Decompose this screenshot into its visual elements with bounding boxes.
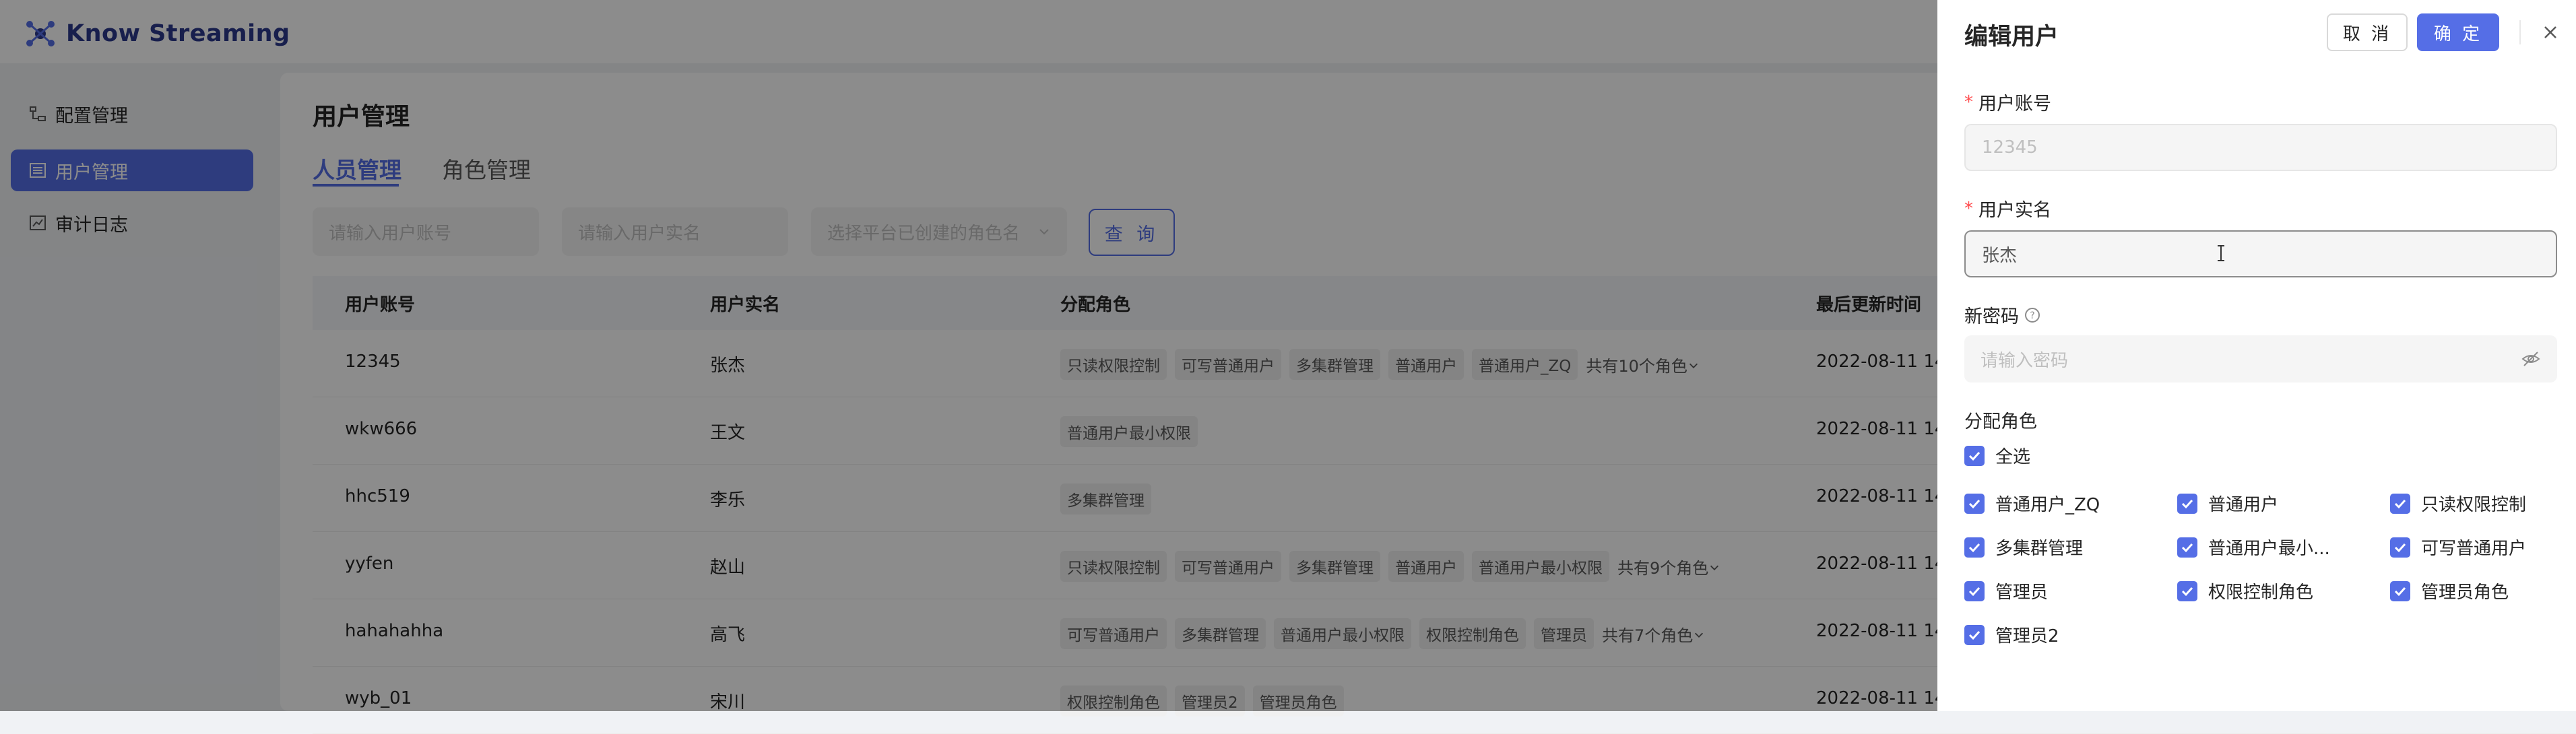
account-label-text: 用户账号 — [1978, 94, 2051, 114]
edit-user-drawer: 编辑用户 取 消 确 定 * 用户账号 12345 * 用户实名 张杰 新密码 … — [1937, 0, 2576, 711]
drawer-title: 编辑用户 — [1964, 24, 2059, 51]
checkbox-checked-icon — [1964, 624, 1985, 645]
password-placeholder: 请输入密码 — [1981, 350, 2069, 371]
checkbox-checked-icon — [2177, 493, 2197, 514]
account-field[interactable]: 12345 — [1964, 124, 2557, 171]
realname-value: 张杰 — [1982, 245, 2018, 266]
role-checkbox-label: 可写普通用户 — [2421, 539, 2527, 559]
role-checkbox-label: 权限控制角色 — [2208, 582, 2314, 603]
header-divider — [2519, 20, 2521, 44]
checkbox-checked-icon — [1964, 445, 1985, 466]
help-icon[interactable]: ? — [2024, 307, 2040, 323]
role-checkbox[interactable]: 管理员2 — [1964, 622, 2059, 647]
realname-label: * 用户实名 — [1964, 195, 2051, 222]
role-checkbox-label: 管理员角色 — [2421, 582, 2509, 603]
role-checkbox[interactable]: 多集群管理 — [1964, 535, 2083, 560]
select-all-label: 全选 — [1995, 447, 2031, 467]
role-checkbox[interactable]: 普通用户最小... — [2177, 535, 2330, 560]
eye-invisible-icon[interactable] — [2521, 349, 2541, 369]
role-checkbox-label: 只读权限控制 — [2421, 495, 2527, 515]
checkbox-checked-icon — [2390, 580, 2410, 601]
svg-text:?: ? — [2030, 310, 2034, 321]
cancel-button[interactable]: 取 消 — [2327, 13, 2408, 51]
password-field[interactable]: 请输入密码 — [1964, 335, 2557, 382]
checkbox-checked-icon — [2390, 493, 2410, 514]
role-checkbox[interactable]: 普通用户 — [2177, 491, 2278, 516]
role-checkbox-label: 普通用户最小... — [2208, 539, 2330, 559]
checkbox-checked-icon — [2177, 580, 2197, 601]
required-mark: * — [1964, 92, 1973, 112]
role-checkbox[interactable]: 可写普通用户 — [2390, 535, 2526, 560]
close-icon[interactable] — [2537, 19, 2564, 46]
roles-label: 分配角色 — [1964, 411, 2037, 432]
role-checkbox-label: 普通用户_ZQ — [1995, 495, 2100, 515]
role-checkbox-label: 普通用户 — [2208, 495, 2279, 515]
role-checkbox[interactable]: 管理员角色 — [2390, 578, 2509, 603]
select-all-checkbox[interactable]: 全选 — [1964, 443, 2030, 468]
role-checkbox-label: 多集群管理 — [1995, 539, 2084, 559]
checkbox-checked-icon — [1964, 580, 1985, 601]
confirm-button[interactable]: 确 定 — [2417, 13, 2499, 51]
account-label: * 用户账号 — [1964, 89, 2051, 115]
realname-label-text: 用户实名 — [1978, 200, 2051, 221]
role-checkbox-label: 管理员 — [1995, 582, 2049, 603]
password-label: 新密码 ? — [1964, 302, 2040, 328]
checkbox-checked-icon — [2177, 537, 2197, 558]
role-checkbox[interactable]: 权限控制角色 — [2177, 578, 2313, 603]
required-mark: * — [1964, 198, 1973, 219]
role-checkbox[interactable]: 管理员 — [1964, 578, 2048, 603]
checkbox-checked-icon — [1964, 493, 1985, 514]
password-label-text: 新密码 — [1964, 306, 2019, 327]
modal-overlay[interactable] — [0, 0, 1937, 711]
role-checkbox[interactable]: 普通用户_ZQ — [1964, 491, 2100, 516]
checkbox-checked-icon — [1964, 537, 1985, 558]
checkbox-checked-icon — [2390, 537, 2410, 558]
role-checkbox[interactable]: 只读权限控制 — [2390, 491, 2526, 516]
role-checkbox-label: 管理员2 — [1995, 626, 2059, 646]
realname-field[interactable]: 张杰 — [1964, 230, 2557, 277]
text-cursor-icon — [2218, 245, 2224, 261]
